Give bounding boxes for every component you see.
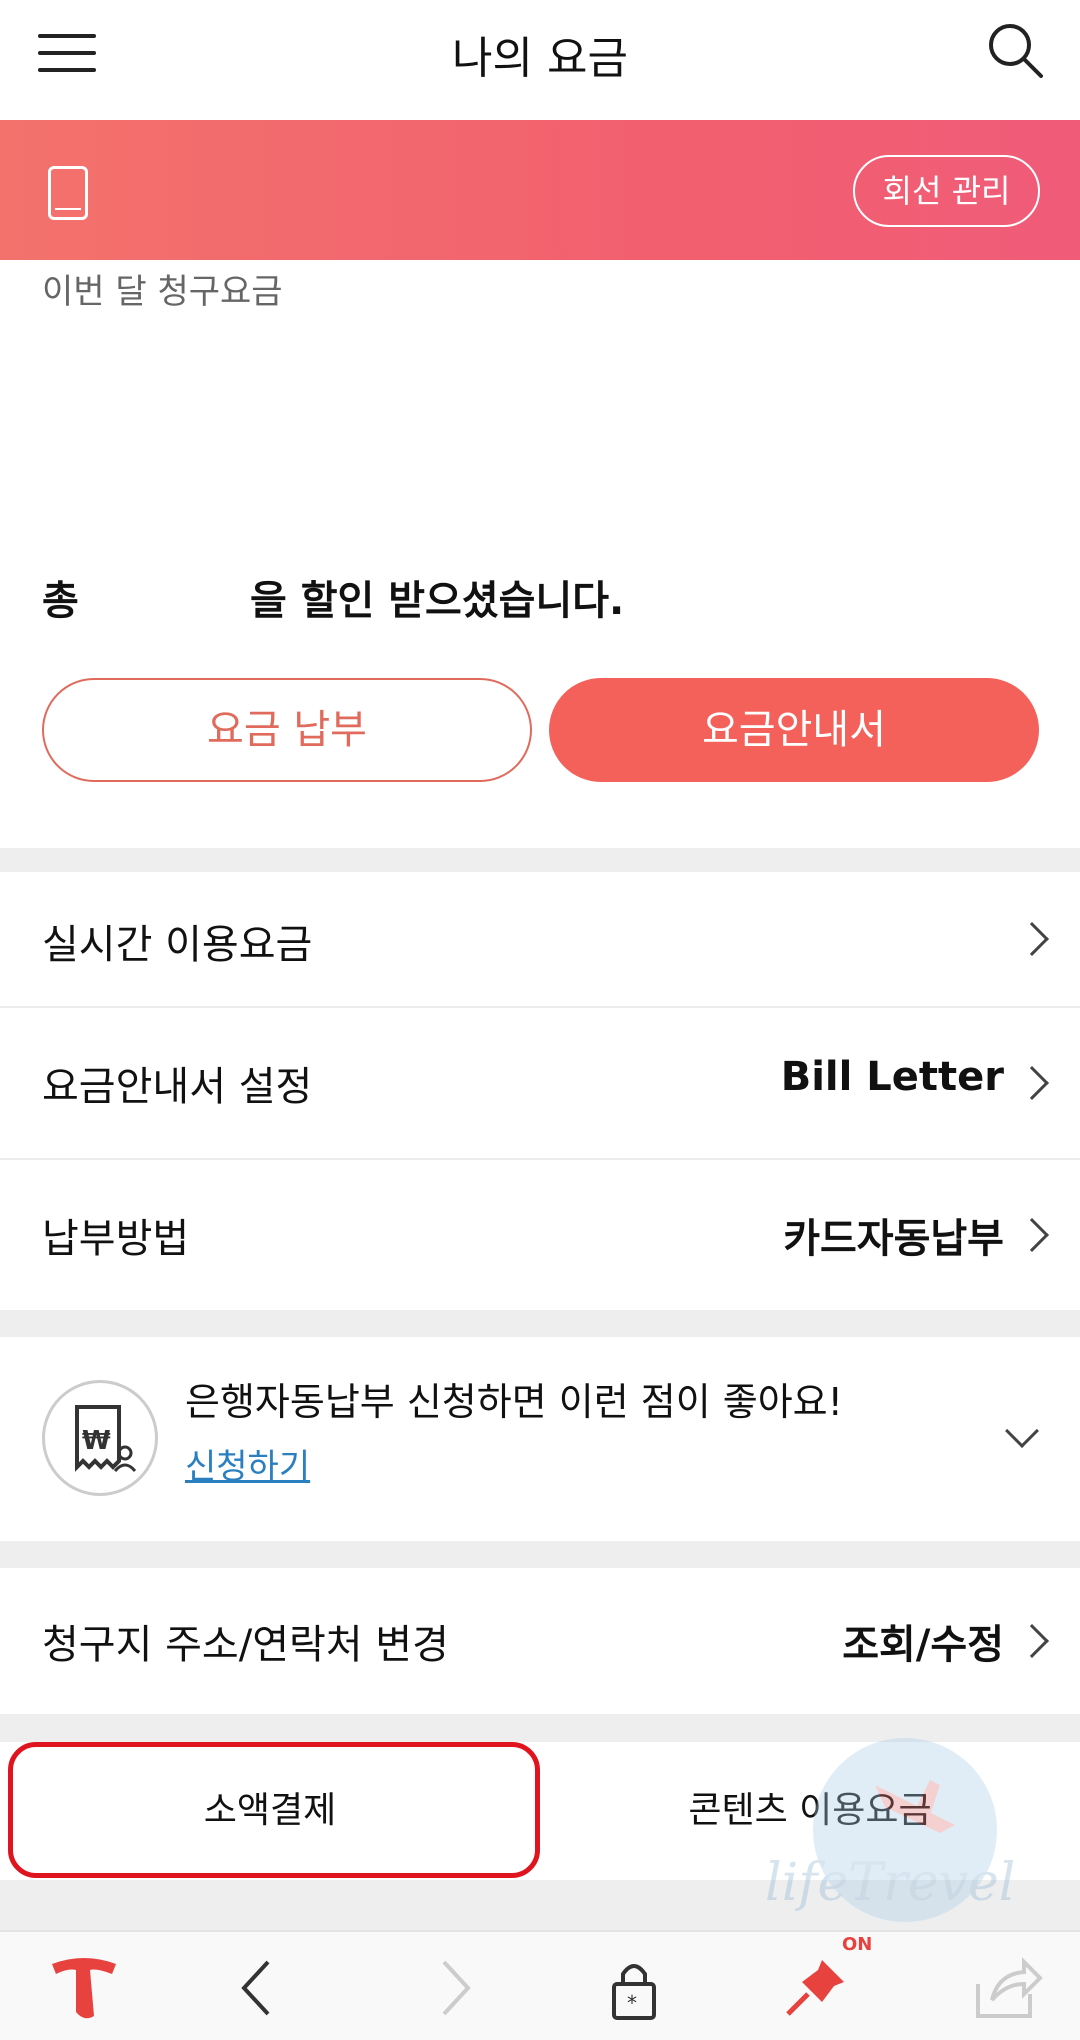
chevron-right-icon	[1015, 1624, 1049, 1658]
line-banner: 회선 관리	[0, 120, 1080, 260]
bill-setting-row[interactable]: 요금안내서 설정 Bill Letter	[0, 1008, 1080, 1158]
svg-text:*: *	[627, 1991, 637, 2015]
realtime-usage-row[interactable]: 실시간 이용요금	[0, 872, 1080, 1006]
back-icon[interactable]	[222, 1950, 298, 2026]
chevron-down-icon[interactable]	[1005, 1414, 1039, 1448]
chevron-right-icon	[1015, 1066, 1049, 1100]
discount-summary: 총 을 할인 받으셨습니다.	[42, 568, 624, 626]
payment-method-row[interactable]: 납부방법 카드자동납부	[0, 1160, 1080, 1310]
chevron-right-icon	[1015, 922, 1049, 956]
pin-icon[interactable]	[778, 1950, 854, 2026]
row-label: 납부방법	[42, 1216, 190, 1262]
row-label: 실시간 이용요금	[42, 922, 313, 968]
row-value: 조회/수정	[842, 1622, 1004, 1668]
section-gap	[0, 1880, 1080, 1930]
billing-address-row[interactable]: 청구지 주소/연락처 변경 조회/수정	[0, 1568, 1080, 1714]
chevron-right-icon	[1015, 1218, 1049, 1252]
pay-bill-button[interactable]: 요금 납부	[42, 678, 532, 782]
t-logo-icon[interactable]	[46, 1950, 122, 2026]
bottom-tabs: 소액결제 콘텐츠 이용요금	[0, 1742, 1080, 1880]
apply-link[interactable]: 신청하기	[185, 1439, 310, 1488]
monthly-bill-label: 이번 달 청구요금	[42, 272, 283, 312]
discount-prefix: 총	[42, 578, 79, 624]
row-label: 청구지 주소/연락처 변경	[42, 1622, 449, 1668]
lock-icon[interactable]: *	[596, 1950, 672, 2026]
row-label: 요금안내서 설정	[42, 1064, 313, 1110]
top-header: 나의 요금	[0, 0, 1080, 120]
highlight-box	[8, 1742, 540, 1878]
bill-statement-button[interactable]: 요금안내서	[549, 678, 1039, 782]
won-document-icon: ₩	[42, 1380, 158, 1496]
row-value: Bill Letter	[780, 1054, 1004, 1100]
section-gap	[0, 1714, 1080, 1742]
line-management-button[interactable]: 회선 관리	[853, 155, 1040, 227]
phone-icon	[48, 166, 88, 220]
promo-title: 은행자동납부 신청하면 이런 점이 좋아요!	[185, 1380, 843, 1424]
row-value: 카드자동납부	[783, 1216, 1004, 1262]
svg-text:₩: ₩	[82, 1426, 111, 1456]
section-gap	[0, 1310, 1080, 1337]
section-gap	[0, 848, 1080, 872]
pin-state-label: ON	[842, 1934, 873, 1955]
page-title: 나의 요금	[452, 33, 628, 84]
search-icon[interactable]	[985, 20, 1045, 80]
browser-toolbar: * ON	[0, 1930, 1080, 2040]
section-gap	[0, 1541, 1080, 1568]
discount-suffix: 을 할인 받으셨습니다.	[250, 578, 625, 624]
forward-icon[interactable]	[414, 1950, 490, 2026]
share-icon[interactable]	[968, 1950, 1044, 2026]
bank-autopay-promo[interactable]: ₩ 은행자동납부 신청하면 이런 점이 좋아요! 신청하기	[0, 1337, 1080, 1541]
tab-content-usage[interactable]: 콘텐츠 이용요금	[540, 1742, 1080, 1880]
